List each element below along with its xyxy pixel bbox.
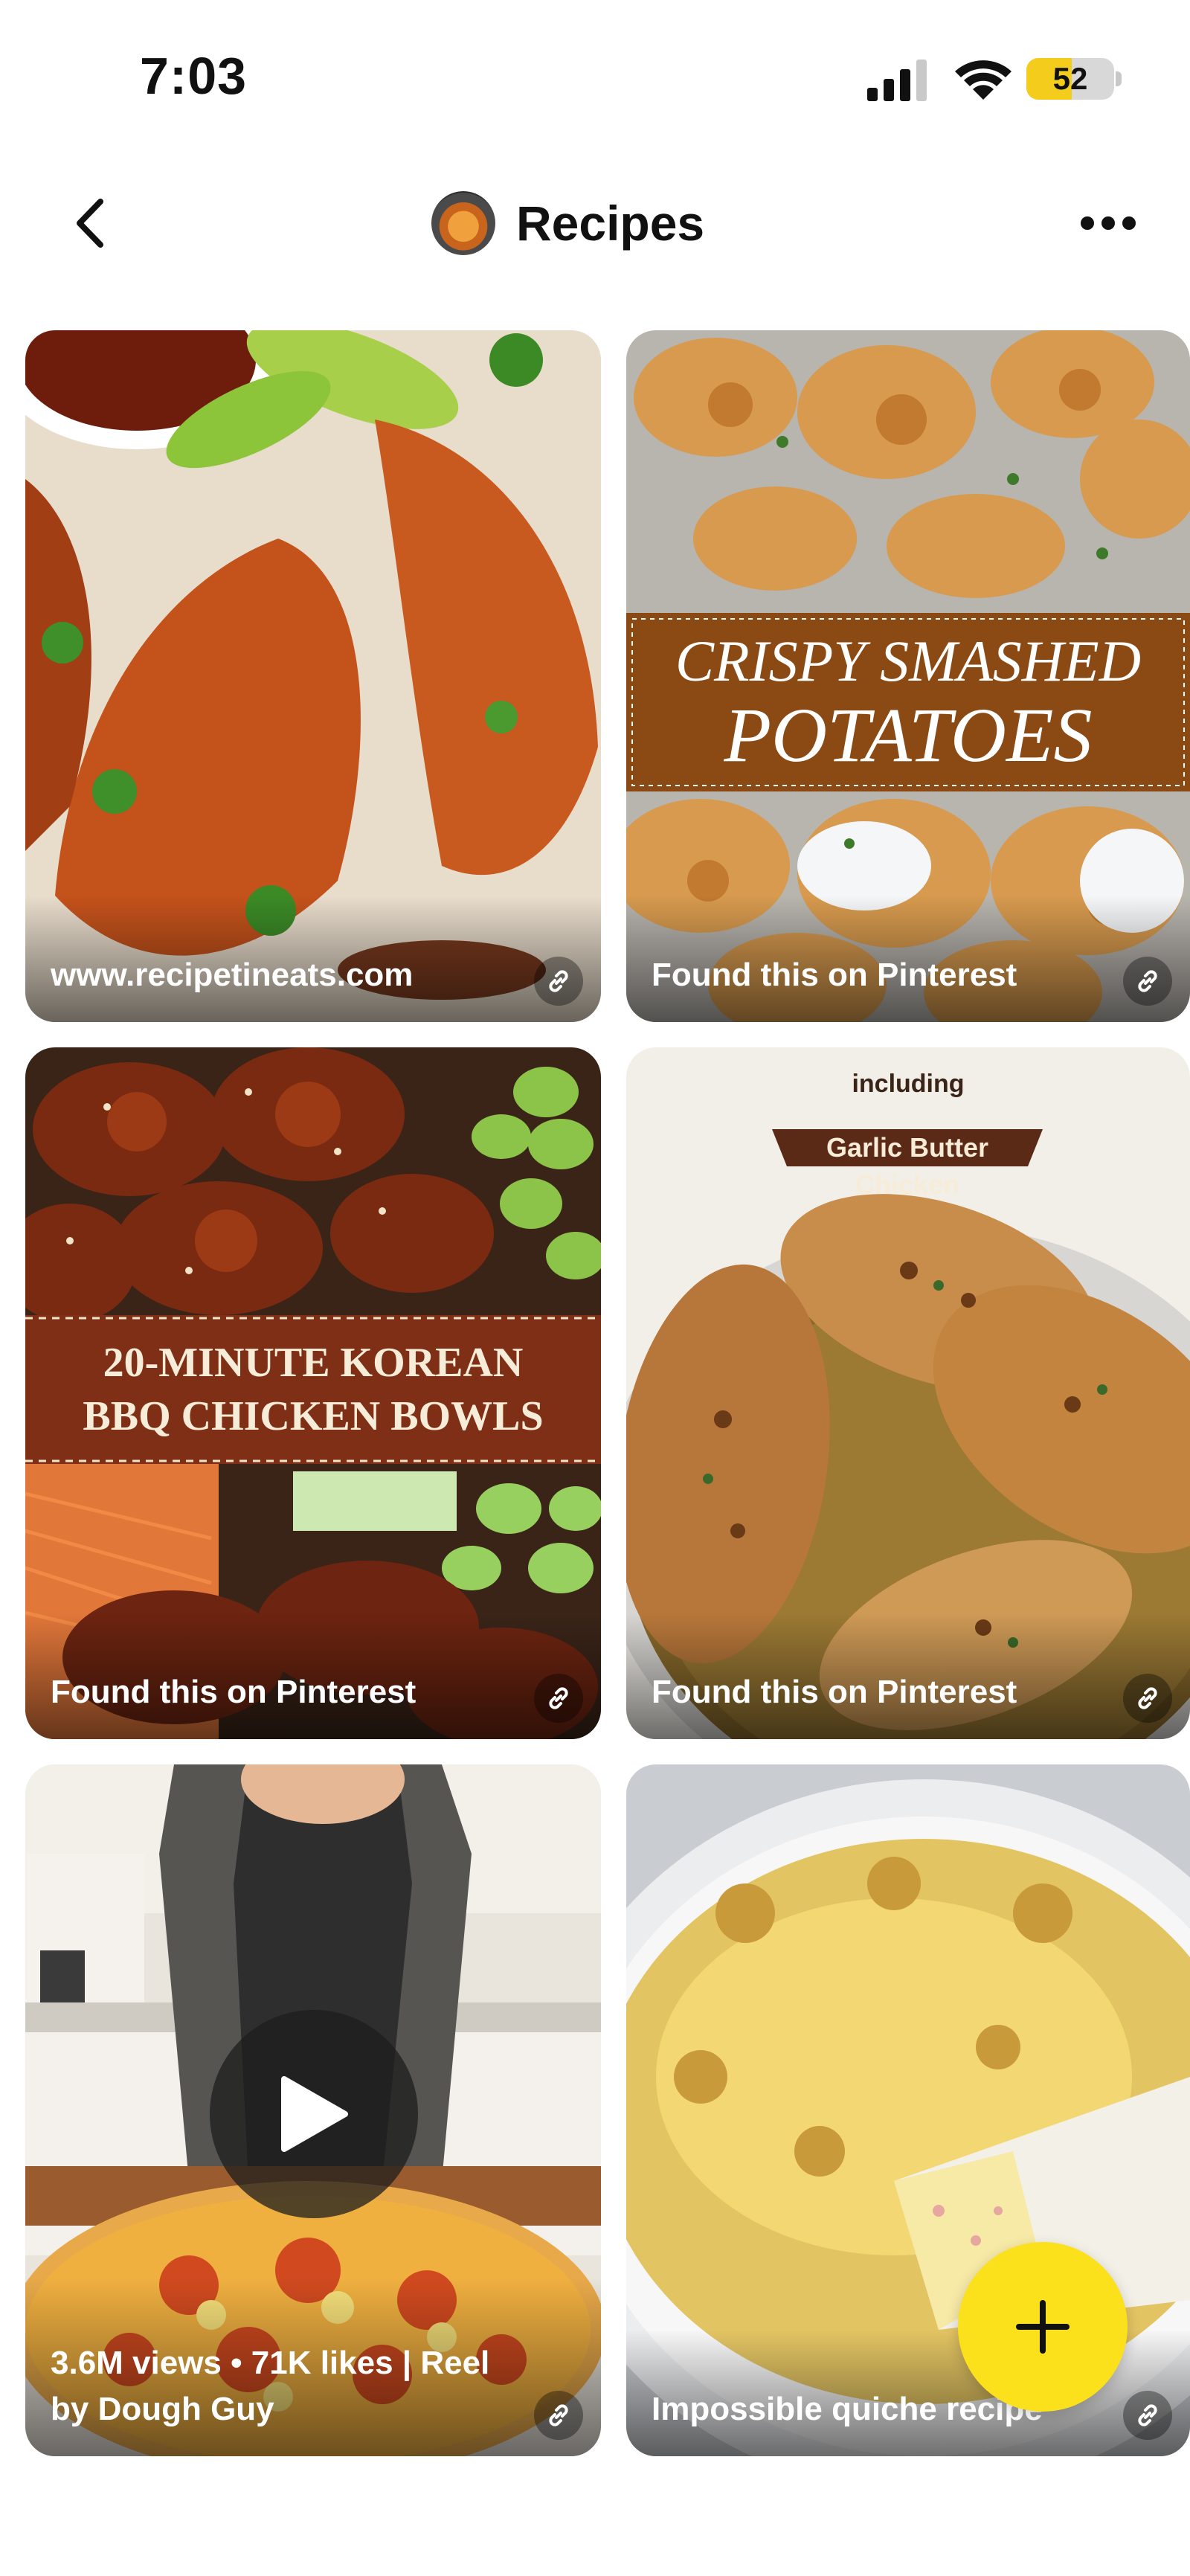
pin-banner-small: including — [852, 1070, 965, 1098]
back-button[interactable] — [60, 186, 119, 260]
link-button[interactable] — [534, 2391, 583, 2440]
battery-nub — [1116, 71, 1122, 86]
link-icon — [1138, 970, 1157, 992]
board-avatar — [431, 191, 495, 255]
board-header: Recipes — [0, 164, 1190, 283]
pin-banner-tag: Garlic Butter Chicken — [826, 1132, 989, 1200]
board-title: Recipes — [516, 196, 705, 251]
pin-banner: CRISPY SMASHED POTATOES — [626, 613, 1190, 791]
link-icon — [1138, 2404, 1157, 2426]
pin-card[interactable]: www.recipetineats.com — [25, 330, 601, 1022]
link-icon — [549, 1687, 568, 1709]
board-title-group: Recipes — [431, 189, 704, 257]
pin-source: www.recipetineats.com — [51, 957, 414, 993]
pin-source: 3.6M views • 71K likes | Reel by Dough G… — [51, 2345, 490, 2427]
cellular-signal-icon — [867, 60, 927, 101]
banner-line-2: BBQ CHICKEN BOWLS — [83, 1393, 544, 1439]
link-button[interactable] — [1123, 2391, 1172, 2440]
more-options-button[interactable] — [1071, 193, 1145, 253]
add-pin-button[interactable] — [958, 2242, 1128, 2412]
pin-card[interactable]: 3.6M views • 71K likes | Reel by Dough G… — [25, 1764, 601, 2456]
battery-icon: 52 — [1026, 58, 1114, 100]
more-horizontal-icon — [1081, 216, 1136, 230]
link-icon — [549, 970, 568, 992]
pin-card[interactable]: 20-MINUTE KOREAN BBQ CHICKEN BOWLS Found… — [25, 1047, 601, 1739]
pin-source: Found this on Pinterest — [51, 1674, 416, 1710]
play-button[interactable] — [210, 2010, 418, 2218]
pin-card[interactable]: CRISPY SMASHED POTATOES Found this on Pi… — [626, 330, 1190, 1022]
banner-line-2: POTATOES — [724, 693, 1093, 778]
play-icon — [281, 2076, 348, 2152]
link-button[interactable] — [1123, 1674, 1172, 1723]
status-bar: 7:03 52 — [0, 0, 1190, 149]
link-icon — [549, 2404, 568, 2426]
chevron-left-icon — [77, 199, 103, 248]
link-icon — [1138, 1687, 1157, 1709]
pin-banner: 20-MINUTE KOREAN BBQ CHICKEN BOWLS — [25, 1315, 601, 1464]
link-button[interactable] — [534, 957, 583, 1006]
status-time: 7:03 — [140, 47, 248, 105]
link-button[interactable] — [534, 1674, 583, 1723]
pin-card[interactable]: including Garlic Butter Chicken Found th… — [626, 1047, 1190, 1739]
battery-percentage: 52 — [1052, 61, 1088, 96]
plus-icon — [1016, 2300, 1070, 2354]
link-button[interactable] — [1123, 957, 1172, 1006]
pin-source: Found this on Pinterest — [652, 957, 1017, 993]
banner-line-1: CRISPY SMASHED — [675, 629, 1142, 693]
wifi-icon — [955, 60, 1012, 100]
banner-line-1: 20-MINUTE KOREAN — [103, 1340, 524, 1386]
pin-source: Found this on Pinterest — [652, 1674, 1017, 1710]
